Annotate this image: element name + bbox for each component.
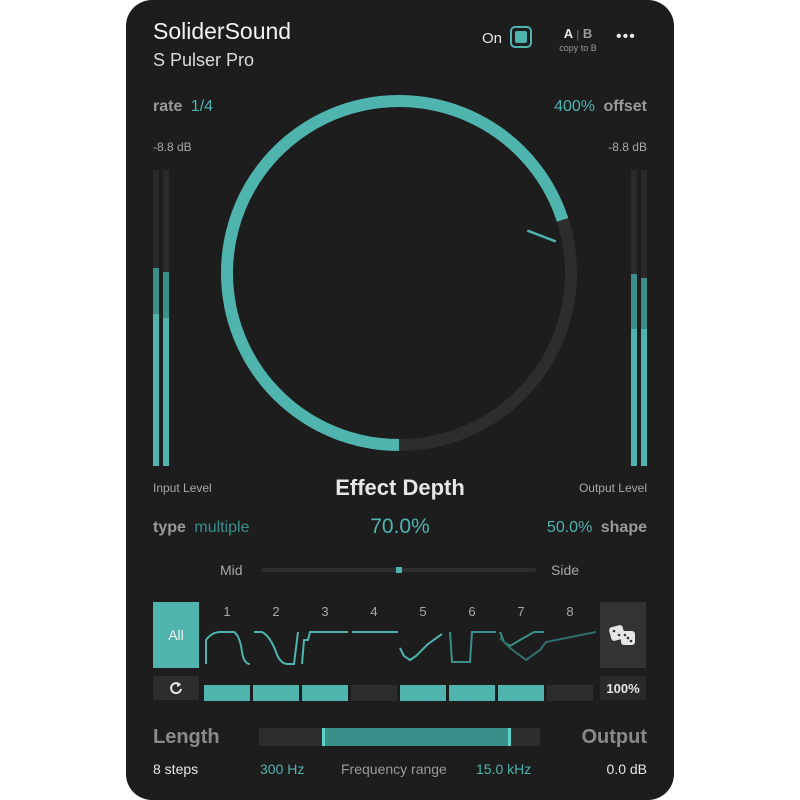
- shape-value: 50.0%: [546, 519, 593, 536]
- power-label: On: [482, 30, 503, 47]
- output-meter-right-level-peak: [641, 329, 647, 466]
- mid-label: Mid: [220, 562, 243, 578]
- frequency-range-label: Frequency range: [341, 761, 447, 777]
- step-toggle-7[interactable]: [498, 685, 544, 701]
- step-1-shape: [205, 631, 251, 665]
- step-toggle-2[interactable]: [253, 685, 299, 701]
- frequency-range-fill[interactable]: [322, 728, 510, 746]
- copy-to-b-button[interactable]: copy to B: [550, 43, 606, 53]
- step-toggle-5[interactable]: [400, 685, 446, 701]
- plugin-panel: SoliderSound S Pulser Pro On A | B copy …: [126, 0, 674, 800]
- power-toggle-fill: [515, 31, 527, 43]
- step-number-4: 4: [370, 604, 378, 619]
- product-name: S Pulser Pro: [153, 50, 255, 70]
- input-meter-right-level-peak: [163, 318, 169, 466]
- offset-label: offset: [603, 98, 647, 115]
- randomize-button[interactable]: [600, 602, 646, 668]
- more-menu-icon[interactable]: •••: [616, 28, 636, 46]
- output-value[interactable]: 0.0 dB: [607, 761, 647, 777]
- step-number-3: 3: [321, 604, 329, 619]
- length-value[interactable]: 8 steps: [153, 761, 198, 777]
- input-db-readout: -8.8 dB: [153, 140, 192, 154]
- frequency-low-value[interactable]: 300 Hz: [260, 761, 304, 777]
- step-8-shape: [499, 631, 596, 662]
- step-number-6: 6: [468, 604, 476, 619]
- step-number-7: 7: [517, 604, 525, 619]
- brand-name: SoliderSound: [153, 18, 292, 44]
- ab-separator: |: [576, 29, 580, 41]
- dice-icon: [609, 625, 635, 645]
- midside-slider-thumb[interactable]: [395, 567, 402, 573]
- frequency-low-handle[interactable]: [322, 728, 325, 746]
- output-meter-left-level-peak: [631, 329, 637, 466]
- step-toggle-3[interactable]: [302, 685, 348, 701]
- step-number-2: 2: [272, 604, 280, 619]
- shape-control[interactable]: 50.0% shape: [547, 519, 647, 537]
- ab-switch[interactable]: A | B: [556, 26, 600, 41]
- rate-control[interactable]: rate 1/4: [153, 98, 213, 116]
- step-5-shape: [399, 633, 443, 662]
- ab-b-label: B: [582, 26, 593, 41]
- input-meter-left-level-peak: [153, 314, 159, 466]
- output-db-readout: -8.8 dB: [608, 140, 647, 154]
- step-amount-value[interactable]: 100%: [600, 676, 646, 700]
- ab-a-label: A: [563, 26, 573, 41]
- step-2-shape: [254, 631, 299, 665]
- knob-value-arc: [221, 95, 569, 451]
- rate-label: rate: [153, 98, 183, 115]
- effect-depth-knob[interactable]: [214, 88, 584, 458]
- step-number-8: 8: [566, 604, 574, 619]
- reset-steps-button[interactable]: [153, 676, 199, 700]
- input-level-meter: [153, 170, 169, 466]
- effect-depth-title: Effect Depth: [335, 475, 465, 500]
- step-toggle-6[interactable]: [449, 685, 495, 701]
- output-label: Output: [581, 726, 647, 748]
- output-level-meter: [631, 170, 647, 466]
- step-toggle-4[interactable]: [351, 685, 397, 701]
- frequency-high-value[interactable]: 15.0 kHz: [476, 761, 531, 777]
- step-3-shape: [301, 631, 348, 665]
- step-number-5: 5: [419, 604, 427, 619]
- step-number-1: 1: [223, 604, 231, 619]
- step-toggle-8[interactable]: [547, 685, 593, 701]
- step-toggle-1[interactable]: [204, 685, 250, 701]
- reload-icon: [170, 682, 182, 695]
- step-shapes-display[interactable]: [204, 622, 596, 670]
- all-steps-button[interactable]: All: [153, 602, 199, 668]
- rate-value: 1/4: [190, 98, 214, 115]
- length-label: Length: [153, 726, 220, 748]
- knob-pointer: [527, 229, 557, 243]
- step-6-shape: [449, 631, 496, 663]
- shape-label: shape: [600, 519, 647, 536]
- side-label: Side: [551, 562, 580, 578]
- power-toggle[interactable]: [510, 26, 532, 48]
- frequency-high-handle[interactable]: [508, 728, 511, 746]
